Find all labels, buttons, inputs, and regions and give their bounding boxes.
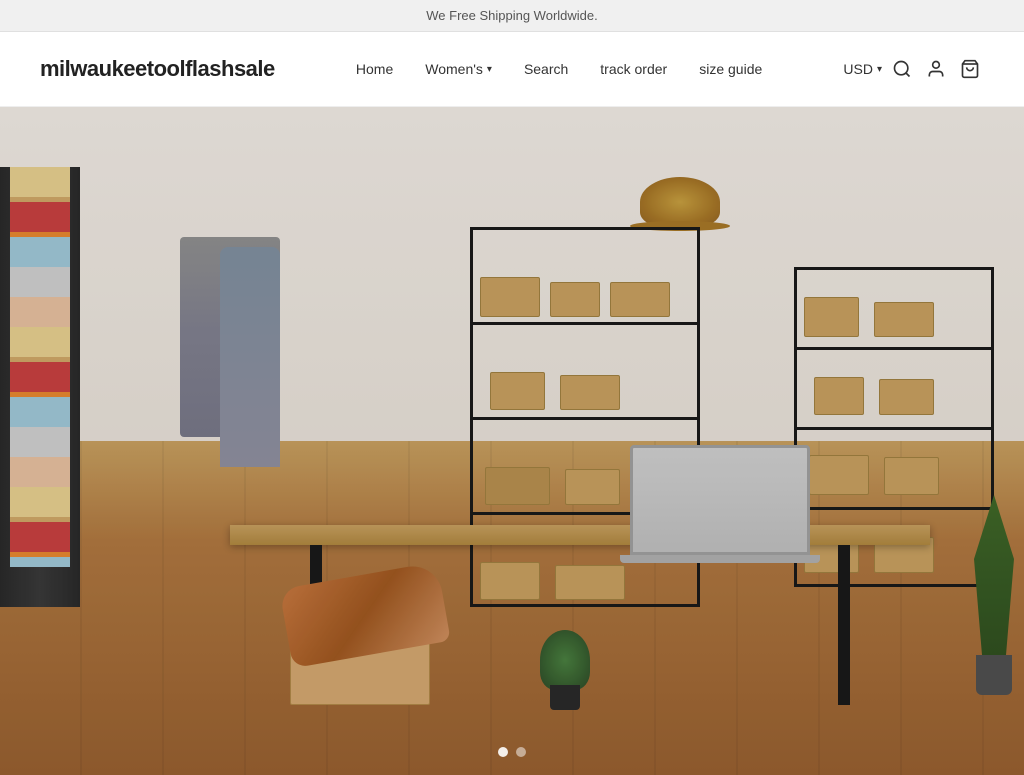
- nav-womens[interactable]: Women's: [425, 61, 492, 77]
- slider-dots: [498, 747, 526, 757]
- right-box-2: [874, 302, 934, 337]
- header: milwaukeetoolflashsale Home Women's Sear…: [0, 32, 1024, 107]
- shoe-box-3: [610, 282, 670, 317]
- shoe-box-5: [560, 375, 620, 410]
- cart-button[interactable]: [956, 55, 984, 83]
- table-top: [230, 525, 930, 545]
- shoe-box-2: [550, 282, 600, 317]
- right-box-3: [814, 377, 864, 415]
- hero-background: [0, 107, 1024, 775]
- currency-selector[interactable]: USD: [843, 61, 882, 77]
- account-button[interactable]: [922, 55, 950, 83]
- slide-dot-2[interactable]: [516, 747, 526, 757]
- floor-plant-pot: [976, 655, 1012, 695]
- right-box-6: [884, 457, 939, 495]
- cart-icon: [960, 59, 980, 79]
- right-box-1: [804, 297, 859, 337]
- wall-hat: [640, 177, 720, 227]
- plant-pot: [550, 685, 580, 710]
- slide-dot-1[interactable]: [498, 747, 508, 757]
- nav-home[interactable]: Home: [356, 61, 393, 77]
- laptop: [630, 445, 810, 565]
- search-icon: [892, 59, 912, 79]
- header-right: USD: [843, 55, 984, 83]
- shelf-bar-2: [470, 417, 700, 420]
- hero-section: [0, 107, 1024, 775]
- logo[interactable]: milwaukeetoolflashsale: [40, 56, 275, 82]
- plant-leaves: [540, 630, 590, 690]
- table-leg-right: [838, 545, 850, 705]
- floor-plant-leaves: [974, 495, 1014, 655]
- shelf-bar-1: [470, 322, 700, 325]
- account-icon: [926, 59, 946, 79]
- display-table: [230, 525, 930, 725]
- shoe-box-1: [480, 277, 540, 317]
- right-box-4: [879, 379, 934, 415]
- right-shelf-bar-2: [794, 427, 994, 430]
- mannequin: [200, 207, 300, 567]
- nav-track-order[interactable]: track order: [600, 61, 667, 77]
- main-nav: Home Women's Search track order size gui…: [356, 61, 762, 77]
- shoe-box-6: [485, 467, 550, 505]
- laptop-base: [620, 555, 820, 563]
- search-button[interactable]: [888, 55, 916, 83]
- right-shelf-bar-1: [794, 347, 994, 350]
- mannequin-body: [220, 247, 280, 467]
- right-shelf-bar-3: [794, 507, 994, 510]
- right-box-5: [809, 455, 869, 495]
- clothing-rack-left: [0, 167, 80, 607]
- announcement-bar: We Free Shipping Worldwide.: [0, 0, 1024, 32]
- announcement-text: We Free Shipping Worldwide.: [426, 8, 598, 23]
- nav-search[interactable]: Search: [524, 61, 568, 77]
- laptop-screen: [630, 445, 810, 555]
- shoe-box-4: [490, 372, 545, 410]
- floor-plant-right: [974, 495, 1014, 695]
- table-plant: [540, 630, 590, 710]
- nav-size-guide[interactable]: size guide: [699, 61, 762, 77]
- shoe-box-7: [565, 469, 620, 505]
